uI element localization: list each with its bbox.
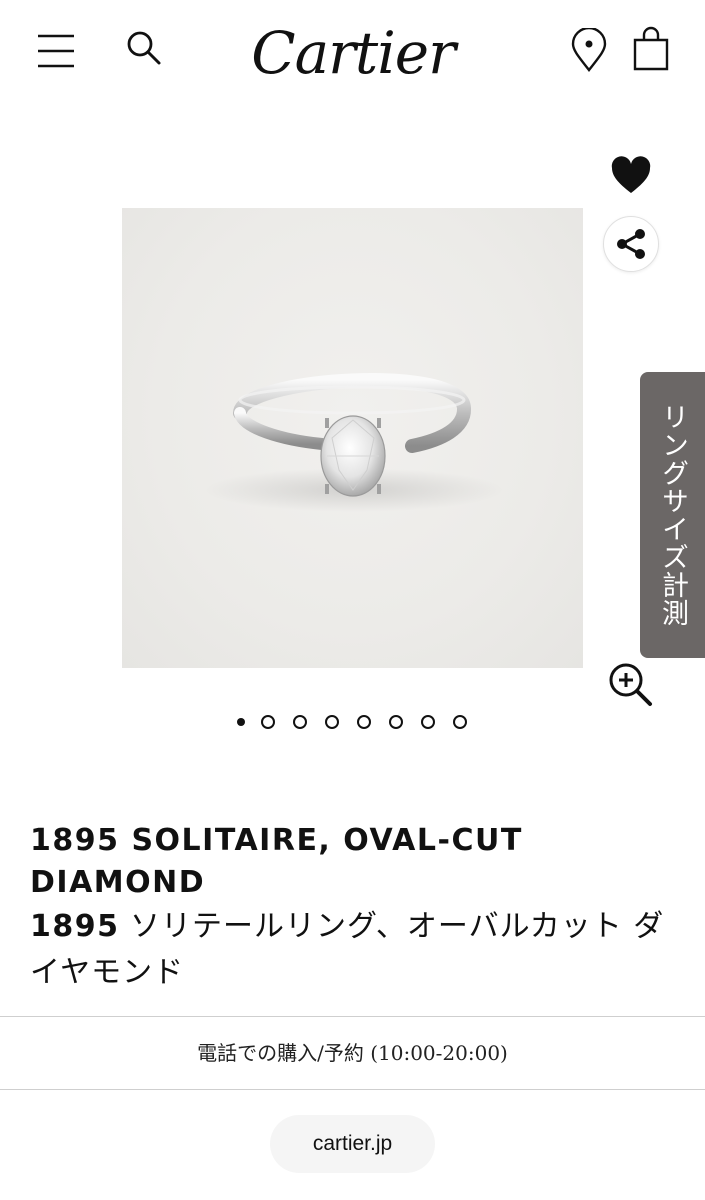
carousel-indicator [234, 712, 484, 736]
phone-purchase-button[interactable]: 電話での購入/予約 (10:00-20:00) [0, 1017, 705, 1090]
carousel-dot-3[interactable] [293, 715, 307, 729]
map-pin-icon[interactable] [570, 28, 608, 72]
ring-size-tab-label: リングサイズ計測 [657, 403, 688, 627]
ring-size-tab[interactable]: リングサイズ計測 [640, 372, 705, 658]
share-icon [617, 229, 645, 259]
product-title-en: 1895 SOLITAIRE, OVAL-CUT DIAMOND [30, 823, 523, 900]
carousel-dot-7[interactable] [421, 715, 435, 729]
site-link[interactable]: cartier.jp [270, 1115, 435, 1173]
carousel-dot-8[interactable] [453, 715, 467, 729]
carousel-dot-4[interactable] [325, 715, 339, 729]
header: Cartier [0, 0, 705, 110]
cartier-logo[interactable]: Cartier [225, 16, 481, 90]
product-title: 1895 SOLITAIRE, OVAL-CUT DIAMOND 1895 ソリ… [30, 820, 670, 996]
heart-icon[interactable] [610, 156, 652, 196]
product-image[interactable] [122, 208, 583, 668]
carousel-dot-2[interactable] [261, 715, 275, 729]
carousel-dot-5[interactable] [357, 715, 371, 729]
product-title-jp-text: ソリテールリング、オーバルカット ダイヤモンド [30, 909, 665, 990]
carousel-dot-6[interactable] [389, 715, 403, 729]
product-title-jp: 1895 ソリテールリング、オーバルカット ダイヤモンド [30, 904, 670, 996]
share-button[interactable] [603, 216, 659, 272]
hamburger-menu-icon[interactable] [36, 30, 76, 70]
product-title-jp-number: 1895 [30, 909, 120, 944]
carousel-dot-1[interactable] [237, 718, 245, 726]
zoom-in-icon[interactable] [606, 660, 654, 708]
search-icon[interactable] [124, 28, 164, 68]
shopping-bag-icon[interactable] [632, 26, 670, 72]
